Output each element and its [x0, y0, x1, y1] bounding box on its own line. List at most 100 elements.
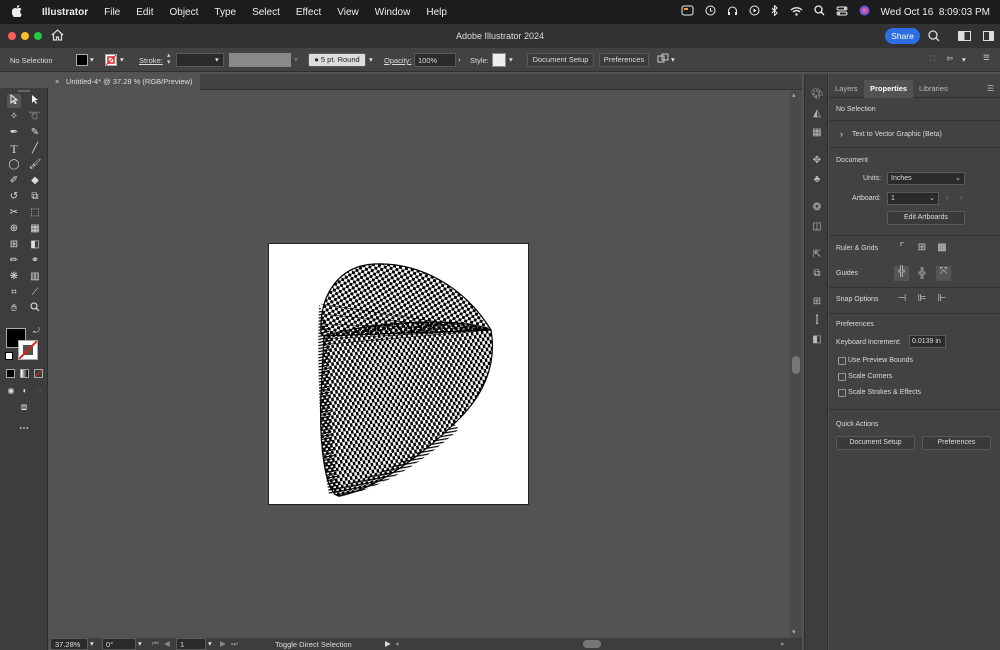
opacity-field[interactable]: 100% — [414, 53, 456, 67]
chevron-down-icon[interactable]: ▾ — [215, 55, 219, 64]
apple-menu-icon[interactable] — [0, 4, 34, 20]
scale-strokes-effects-checkbox[interactable] — [838, 389, 846, 397]
perspective-grid-tool-icon[interactable]: ▦ — [28, 222, 42, 236]
arrange-documents-icon[interactable] — [983, 31, 994, 43]
scroll-left-arrow[interactable]: ◂ — [395, 639, 399, 648]
menu-window[interactable]: Window — [367, 7, 419, 18]
shape-builder-tool-icon[interactable]: ⊕ — [7, 222, 21, 236]
curvature-tool-icon[interactable]: ✎ — [28, 126, 42, 140]
close-icon[interactable]: × — [55, 74, 59, 90]
brush-definition[interactable]: ● 5 pt. Round — [308, 53, 366, 67]
scroll-down-arrow[interactable]: ▾ — [792, 628, 796, 636]
line-segment-tool-icon[interactable]: ╱ — [28, 142, 42, 156]
warp-tool-icon[interactable]: ✂ — [7, 206, 21, 220]
grid-icon[interactable]: ⊞ — [916, 242, 928, 254]
chevron-down-icon[interactable]: ▾ — [90, 55, 94, 64]
paintbrush-tool-icon[interactable]: 🖌︎ — [28, 158, 42, 172]
color-mode-icon[interactable] — [6, 369, 15, 378]
swap-fill-stroke-icon[interactable]: ⤾ — [33, 326, 40, 336]
pen-tool-icon[interactable]: ✒ — [7, 126, 21, 140]
artboard-tool-icon[interactable]: ⌗ — [7, 286, 21, 300]
swatches-icon[interactable]: ▦ — [810, 126, 824, 140]
gradient-mode-icon[interactable] — [20, 369, 29, 378]
previous-artboard-icon[interactable]: ◀ — [164, 639, 170, 648]
arrange-icon[interactable] — [657, 53, 669, 67]
bluetooth-icon[interactable] — [771, 4, 779, 19]
rotation-field[interactable]: 0° — [102, 638, 136, 650]
zoom-level-field[interactable]: 37.28% — [50, 638, 88, 650]
snap-to-point-icon[interactable]: ⊣ — [896, 293, 908, 305]
first-artboard-icon[interactable]: ⏮ — [152, 639, 159, 649]
distribute-icon[interactable]: ⊨ — [947, 54, 954, 63]
chevron-down-icon[interactable]: ▾ — [120, 55, 124, 64]
chevron-down-icon[interactable]: ▾ — [294, 55, 298, 64]
align-panel-icon[interactable]: ⫿ — [810, 314, 824, 328]
menu-effect[interactable]: Effect — [288, 7, 329, 18]
align-icon[interactable]: ⛶ — [930, 54, 935, 64]
smart-guides-icon[interactable]: ╬ — [916, 268, 928, 280]
column-graph-tool-icon[interactable]: ▥ — [28, 270, 42, 284]
last-artboard-icon[interactable]: ⏭ — [231, 639, 238, 649]
eraser-tool-icon[interactable]: ◆ — [28, 174, 42, 188]
previous-artboard-icon[interactable]: ‹ — [946, 193, 949, 202]
artboards-icon[interactable]: ⧉ — [810, 267, 824, 281]
checkered-distorted-artwork[interactable] — [269, 244, 530, 506]
use-preview-bounds-checkbox[interactable] — [838, 357, 846, 365]
menu-view[interactable]: View — [329, 7, 367, 18]
selection-tool-icon[interactable] — [7, 93, 21, 108]
siri-icon[interactable] — [859, 5, 870, 19]
menu-help[interactable]: Help — [418, 7, 455, 18]
fill-swatch[interactable] — [76, 54, 88, 66]
type-tool-icon[interactable]: T — [7, 142, 21, 156]
spotlight-search-icon[interactable] — [814, 5, 825, 19]
menu-edit[interactable]: Edit — [128, 7, 161, 18]
next-artboard-icon[interactable]: ▶ — [220, 639, 226, 648]
direct-selection-tool-icon[interactable] — [28, 94, 42, 108]
horizontal-scroll-thumb[interactable] — [583, 640, 601, 648]
panel-menu-icon[interactable]: ☰ — [987, 84, 994, 93]
draw-normal-icon[interactable]: ◉ — [4, 384, 18, 398]
draw-behind-icon[interactable]: ◐ — [18, 384, 32, 398]
appearance-icon[interactable]: ◫ — [810, 220, 824, 234]
menu-type[interactable]: Type — [206, 7, 244, 18]
stroke-stepper[interactable]: ▴ ▾ — [167, 52, 171, 66]
chevron-right-icon[interactable]: › — [840, 129, 843, 139]
snap-to-glyph-icon[interactable]: ⊩ — [936, 293, 948, 305]
chevron-down-icon[interactable]: ▾ — [90, 639, 94, 648]
ruler-icon[interactable]: ⌜ — [896, 242, 908, 254]
none-mode-icon[interactable] — [34, 369, 43, 378]
transparency-grid-icon[interactable]: ▩ — [936, 242, 948, 254]
document-tab[interactable]: × Untitled-4* @ 37.28 % (RGB/Preview) — [50, 74, 200, 90]
chevron-down-icon[interactable]: ▾ — [208, 639, 212, 648]
menubar-datetime[interactable]: Wed Oct 16 8:09:03 PM — [881, 7, 990, 18]
symbols-icon[interactable]: ♣ — [810, 173, 824, 187]
workspace-switcher-icon[interactable] — [958, 31, 971, 43]
artboard[interactable] — [268, 243, 529, 505]
share-button[interactable]: Share — [885, 28, 920, 44]
zoom-tool-icon[interactable] — [28, 302, 42, 316]
menu-select[interactable]: Select — [244, 7, 288, 18]
keyboard-increment-field[interactable]: 0.0139 in — [909, 335, 946, 348]
vertical-scrollbar[interactable]: ▴ ▾ — [790, 91, 802, 638]
transform-icon[interactable]: ⊞ — [810, 295, 824, 309]
free-transform-tool-icon[interactable]: ⬚ — [28, 206, 42, 220]
chevron-down-icon[interactable]: ▾ — [369, 55, 373, 64]
screen-mode-icon[interactable]: ⧈ — [17, 401, 31, 415]
scroll-thumb[interactable] — [792, 356, 800, 374]
wifi-icon[interactable] — [790, 6, 803, 19]
headphones-icon[interactable] — [727, 5, 738, 19]
ellipse-tool-icon[interactable]: ◯ — [7, 158, 21, 172]
magic-wand-tool-icon[interactable]: ✧ — [7, 110, 21, 124]
chevron-down-icon[interactable]: ▾ — [138, 639, 142, 648]
blend-tool-icon[interactable]: ⚭ — [28, 254, 42, 268]
units-select[interactable]: Inches ⌄ — [887, 172, 965, 185]
scale-tool-icon[interactable]: ⧉ — [28, 190, 42, 204]
tab-libraries[interactable]: Libraries — [913, 80, 954, 98]
lock-guides-icon[interactable]: ⤧ — [936, 266, 951, 281]
lasso-tool-icon[interactable]: ➰ — [28, 110, 42, 124]
pathfinder-icon[interactable]: ◧ — [810, 333, 824, 347]
chevron-down-icon[interactable]: ▾ — [671, 55, 675, 64]
play-icon[interactable] — [749, 5, 760, 19]
variable-width-profile[interactable] — [229, 53, 291, 67]
scroll-up-arrow[interactable]: ▴ — [792, 91, 796, 99]
